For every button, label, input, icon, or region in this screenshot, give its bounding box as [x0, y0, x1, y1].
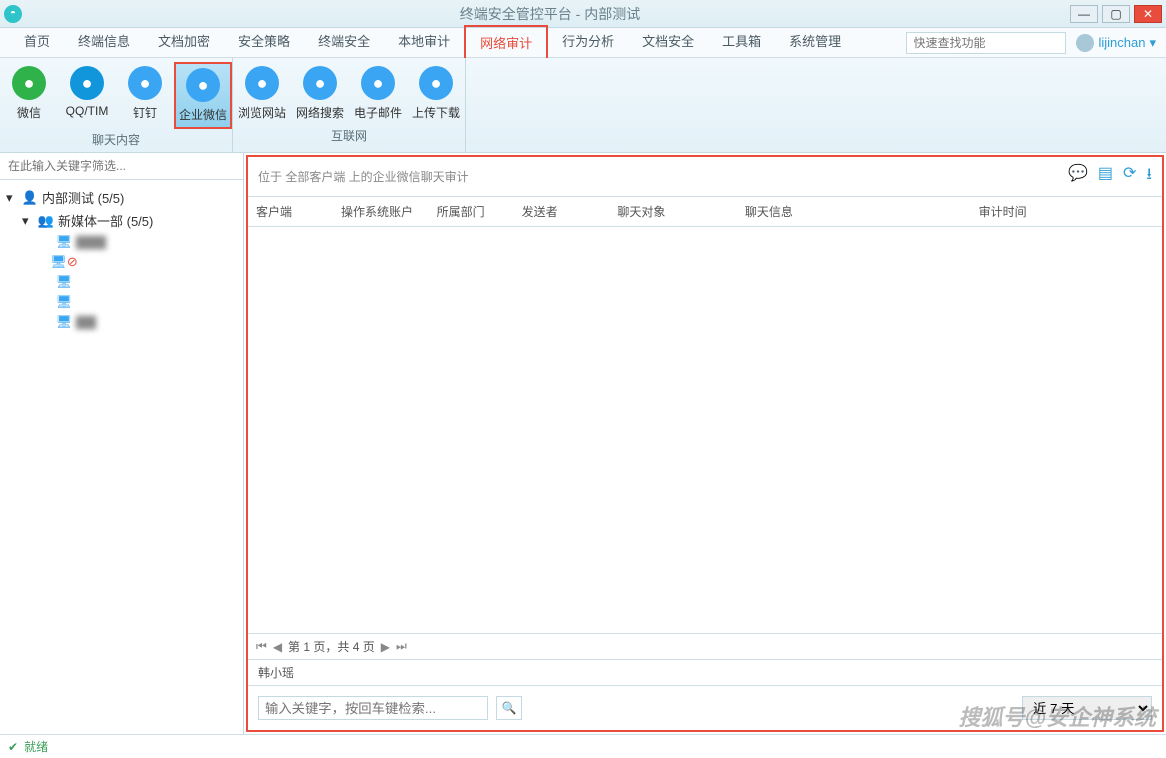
menu-bar: 首页终端信息文档加密安全策略终端安全本地审计网络审计行为分析文档安全工具箱系统管… [0, 28, 1166, 58]
minimize-button[interactable]: — [1070, 5, 1098, 23]
tree-root[interactable]: ▾ 👤 内部测试 (5/5) [4, 186, 239, 209]
col-1[interactable]: 操作系统账户 [333, 197, 429, 227]
monitor-icon: 🖥 [56, 274, 72, 290]
title-bar: ◓ 终端安全管控平台 - 内部测试 — ▢ ✕ [0, 0, 1166, 28]
col-3[interactable]: 发送者 [514, 197, 610, 227]
quick-search-input[interactable] [906, 32, 1066, 54]
monitor-icon: 🖥⊘ [56, 254, 72, 270]
columns-icon[interactable]: ▤ [1098, 163, 1113, 190]
refresh-icon[interactable]: ⟳ [1123, 163, 1136, 190]
user-name: lijinchan [1098, 35, 1145, 50]
collapse-icon[interactable]: ▾ [6, 190, 18, 206]
menu-item-4[interactable]: 终端安全 [304, 25, 384, 60]
menu-item-9[interactable]: 工具箱 [708, 25, 775, 60]
col-6[interactable]: 审计时间 [971, 197, 1130, 227]
menu-item-2[interactable]: 文档加密 [144, 25, 224, 60]
content-caption: 位于 全部客户端 上的企业微信聊天审计 [258, 168, 469, 185]
next-page-button[interactable]: ▶ [381, 640, 390, 654]
menu-item-1[interactable]: 终端信息 [64, 25, 144, 60]
tree-filter-input[interactable] [0, 153, 243, 180]
browse-button-icon: ● [245, 66, 279, 100]
avatar-icon [1076, 34, 1094, 52]
qq-button[interactable]: ●QQ/TIM [58, 62, 116, 129]
col-7[interactable] [1130, 197, 1162, 227]
menu-item-8[interactable]: 文档安全 [628, 25, 708, 60]
audit-table: 客户端操作系统账户所属部门发送者聊天对象聊天信息审计时间 [248, 197, 1162, 227]
menu-item-5[interactable]: 本地审计 [384, 25, 464, 60]
upload-download-button-icon: ● [419, 66, 453, 100]
tree-client-4[interactable]: 🖥▇▇ [4, 312, 239, 332]
user-dropdown[interactable]: lijinchan ▾ [1076, 34, 1156, 52]
first-page-button[interactable]: ⏮ [256, 639, 267, 654]
collapse-icon[interactable]: ▾ [22, 213, 34, 229]
browse-button[interactable]: ●浏览网站 [233, 62, 291, 125]
org-icon: 👤 [22, 190, 38, 206]
web-search-button[interactable]: ●网络搜索 [291, 62, 349, 125]
ribbon-group-internet-label: 互联网 [233, 125, 465, 146]
watermark: 搜狐号@安企神系统 [959, 700, 1156, 732]
menu-item-6[interactable]: 网络审计 [464, 25, 548, 60]
status-bar: ✔ 就绪 [0, 734, 1166, 758]
export-icon[interactable]: ⭳ [1146, 163, 1152, 190]
detail-row: 韩小瑶 [248, 659, 1162, 685]
ribbon: ●微信●QQ/TIM●钉钉●企业微信 聊天内容 ●浏览网站●网络搜索●电子邮件●… [0, 58, 1166, 153]
ribbon-group-chat-label: 聊天内容 [0, 129, 232, 150]
pager: ⏮ ◀ 第 1 页，共 4 页 ▶ ⏭ [248, 633, 1162, 659]
col-4[interactable]: 聊天对象 [609, 197, 737, 227]
sidebar: ▾ 👤 内部测试 (5/5) ▾ 👥 新媒体一部 (5/5) 🖥▇▇▇🖥⊘🖥🖥🖥… [0, 153, 244, 734]
menu-item-3[interactable]: 安全策略 [224, 25, 304, 60]
col-2[interactable]: 所属部门 [429, 197, 514, 227]
enterprise-wechat-button[interactable]: ●企业微信 [174, 62, 232, 129]
group-icon: 👥 [38, 213, 54, 229]
email-button[interactable]: ●电子邮件 [349, 62, 407, 125]
menu-item-10[interactable]: 系统管理 [775, 25, 855, 60]
col-0[interactable]: 客户端 [248, 197, 333, 227]
audit-content: 位于 全部客户端 上的企业微信聊天审计 💬 ▤ ⟳ ⭳ 客户端操作系统账户所属部… [246, 155, 1164, 732]
status-text: 就绪 [24, 738, 48, 755]
tree-client-3[interactable]: 🖥 [4, 292, 239, 312]
chevron-down-icon: ▾ [1149, 35, 1156, 51]
monitor-icon: 🖥 [56, 234, 72, 250]
pager-text: 第 1 页，共 4 页 [288, 638, 375, 655]
check-icon: ✔ [8, 740, 18, 754]
upload-download-button[interactable]: ●上传下载 [407, 62, 465, 125]
wechat-button-icon: ● [12, 66, 46, 100]
tree-client-2[interactable]: 🖥 [4, 272, 239, 292]
tree-group[interactable]: ▾ 👥 新媒体一部 (5/5) [4, 209, 239, 232]
dingtalk-button-icon: ● [128, 66, 162, 100]
maximize-button[interactable]: ▢ [1102, 5, 1130, 23]
tree-client-0[interactable]: 🖥▇▇▇ [4, 232, 239, 252]
client-tree: ▾ 👤 内部测试 (5/5) ▾ 👥 新媒体一部 (5/5) 🖥▇▇▇🖥⊘🖥🖥🖥… [0, 180, 243, 338]
col-5[interactable]: 聊天信息 [737, 197, 971, 227]
qq-button-icon: ● [70, 66, 104, 100]
menu-item-7[interactable]: 行为分析 [548, 25, 628, 60]
menu-item-0[interactable]: 首页 [10, 25, 64, 60]
monitor-icon: 🖥 [56, 314, 72, 330]
window-title: 终端安全管控平台 - 内部测试 [30, 4, 1070, 24]
web-search-button-icon: ● [303, 66, 337, 100]
chat-icon[interactable]: 💬 [1068, 163, 1088, 190]
dingtalk-button[interactable]: ●钉钉 [116, 62, 174, 129]
monitor-icon: 🖥 [56, 294, 72, 310]
wechat-button[interactable]: ●微信 [0, 62, 58, 129]
prev-page-button[interactable]: ◀ [273, 640, 282, 654]
close-button[interactable]: ✕ [1134, 5, 1162, 23]
keyword-search-input[interactable] [258, 696, 488, 720]
app-logo-icon: ◓ [4, 5, 22, 23]
tree-client-1[interactable]: 🖥⊘ [4, 252, 239, 272]
email-button-icon: ● [361, 66, 395, 100]
search-button[interactable]: 🔍 [496, 696, 522, 720]
enterprise-wechat-button-icon: ● [186, 68, 220, 102]
last-page-button[interactable]: ⏭ [396, 639, 407, 654]
